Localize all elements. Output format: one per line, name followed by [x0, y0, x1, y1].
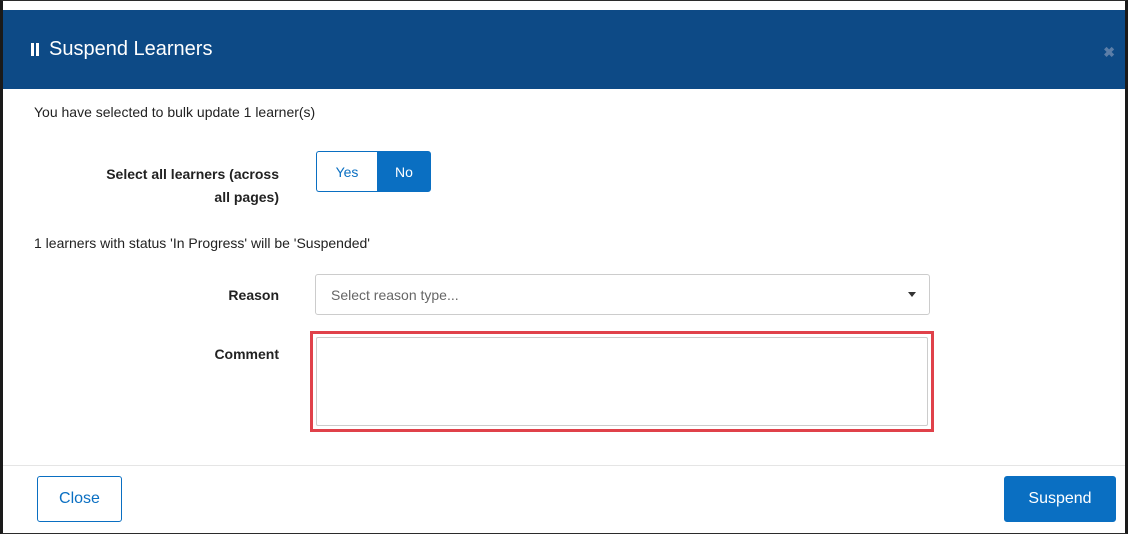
reason-select[interactable]: Select reason type...: [315, 274, 930, 315]
modal-title: Suspend Learners: [49, 38, 213, 60]
suspend-button[interactable]: Suspend: [1004, 476, 1116, 522]
comment-label: Comment: [214, 346, 279, 362]
pause-icon: [31, 43, 39, 56]
reason-label: Reason: [228, 287, 279, 303]
modal-title-wrap: Suspend Learners: [31, 38, 212, 61]
select-all-toggle: Yes No: [316, 151, 431, 192]
close-button[interactable]: Close: [37, 476, 122, 522]
suspend-learners-modal: Suspend Learners ✖ You have selected to …: [0, 0, 1128, 534]
toggle-yes-button[interactable]: Yes: [316, 151, 377, 192]
bulk-update-message: You have selected to bulk update 1 learn…: [34, 104, 316, 120]
select-all-label-line1: Select all learners (across: [106, 166, 279, 182]
modal-header: Suspend Learners ✖: [3, 1, 1125, 89]
reason-placeholder: Select reason type...: [331, 286, 459, 303]
status-message: 1 learners with status 'In Progress' wil…: [34, 235, 370, 251]
select-all-label: Select all learners (across all pages): [43, 163, 279, 209]
select-all-label-line2: all pages): [214, 189, 279, 205]
toggle-no-button[interactable]: No: [377, 151, 431, 192]
close-icon[interactable]: ✖: [1103, 44, 1115, 61]
comment-highlight: [310, 331, 934, 432]
comment-textarea[interactable]: [316, 337, 928, 426]
chevron-down-icon: [908, 292, 916, 297]
footer-divider: [3, 465, 1125, 466]
